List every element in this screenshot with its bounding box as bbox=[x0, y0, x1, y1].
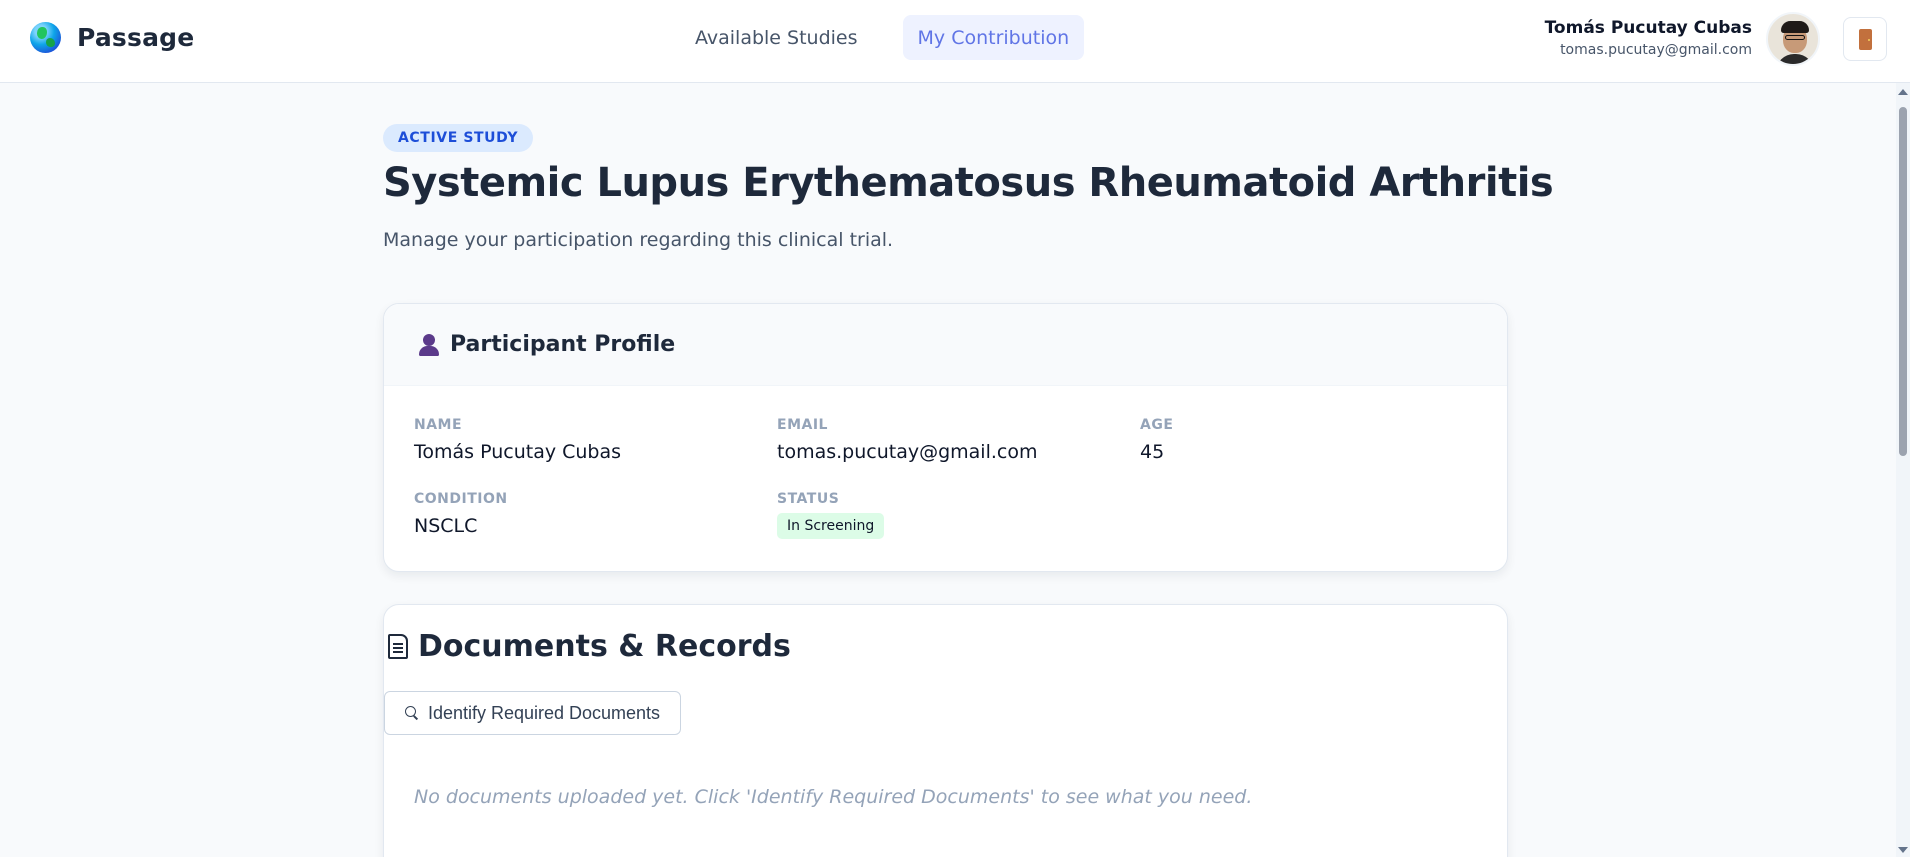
top-navigation-bar: Passage Available Studies My Contributio… bbox=[0, 0, 1910, 83]
documents-title: Documents & Records bbox=[418, 629, 791, 664]
user-info: Tomás Pucutay Cubas tomas.pucutay@gmail.… bbox=[1545, 18, 1752, 58]
user-name: Tomás Pucutay Cubas bbox=[1544, 18, 1752, 38]
field-label: NAME bbox=[414, 417, 463, 433]
status-badge: In Screening bbox=[777, 513, 885, 539]
globe-icon bbox=[30, 22, 61, 53]
magnifier-icon bbox=[404, 706, 419, 720]
page-subtitle: Manage your participation regarding this… bbox=[383, 229, 894, 251]
tab-my-contribution[interactable]: My Contribution bbox=[902, 15, 1085, 60]
field-name: NAME Tomás Pucutay Cubas bbox=[414, 417, 621, 463]
field-label: AGE bbox=[1140, 417, 1174, 433]
main-nav: Available Studies My Contribution bbox=[680, 15, 1085, 60]
field-age: AGE 45 bbox=[1140, 417, 1173, 463]
participant-profile-card: Participant Profile NAME Tomás Pucutay C… bbox=[383, 303, 1508, 572]
identify-required-documents-button[interactable]: Identify Required Documents bbox=[384, 691, 681, 735]
field-status: STATUS In Screening bbox=[777, 491, 885, 539]
documents-header: Documents & Records bbox=[388, 629, 791, 664]
tab-available-studies[interactable]: Available Studies bbox=[680, 15, 873, 60]
logout-button[interactable] bbox=[1843, 17, 1887, 61]
documents-empty-message: No documents uploaded yet. Click 'Identi… bbox=[414, 786, 1253, 808]
brand[interactable]: Passage bbox=[30, 22, 194, 53]
field-label: EMAIL bbox=[777, 417, 828, 433]
user-email: tomas.pucutay@gmail.com bbox=[1560, 42, 1752, 58]
field-email: EMAIL tomas.pucutay@gmail.com bbox=[777, 417, 1037, 463]
scroll-up-arrow-icon[interactable] bbox=[1898, 89, 1908, 95]
scroll-thumb[interactable] bbox=[1899, 107, 1907, 456]
field-value: Tomás Pucutay Cubas bbox=[414, 441, 622, 463]
field-label: STATUS bbox=[777, 491, 840, 507]
field-value: 45 bbox=[1140, 441, 1165, 463]
door-icon bbox=[1859, 29, 1872, 50]
scroll-down-arrow-icon[interactable] bbox=[1898, 847, 1908, 853]
active-study-badge: ACTIVE STUDY bbox=[383, 124, 534, 152]
brand-name: Passage bbox=[77, 23, 195, 52]
profile-card-title: Participant Profile bbox=[450, 332, 676, 357]
page-scrollbar[interactable] bbox=[1896, 83, 1910, 857]
page-title: Systemic Lupus Erythematosus Rheumatoid … bbox=[383, 160, 1554, 206]
document-icon bbox=[388, 634, 408, 659]
person-icon bbox=[418, 333, 440, 357]
profile-card-header: Participant Profile bbox=[384, 304, 1507, 386]
documents-card: Documents & Records Identify Required Do… bbox=[383, 604, 1508, 857]
avatar[interactable] bbox=[1766, 12, 1820, 66]
field-value: NSCLC bbox=[414, 515, 478, 537]
field-value: tomas.pucutay@gmail.com bbox=[777, 441, 1038, 463]
field-label: CONDITION bbox=[414, 491, 508, 507]
identify-button-label: Identify Required Documents bbox=[427, 702, 661, 723]
field-condition: CONDITION NSCLC bbox=[414, 491, 508, 537]
